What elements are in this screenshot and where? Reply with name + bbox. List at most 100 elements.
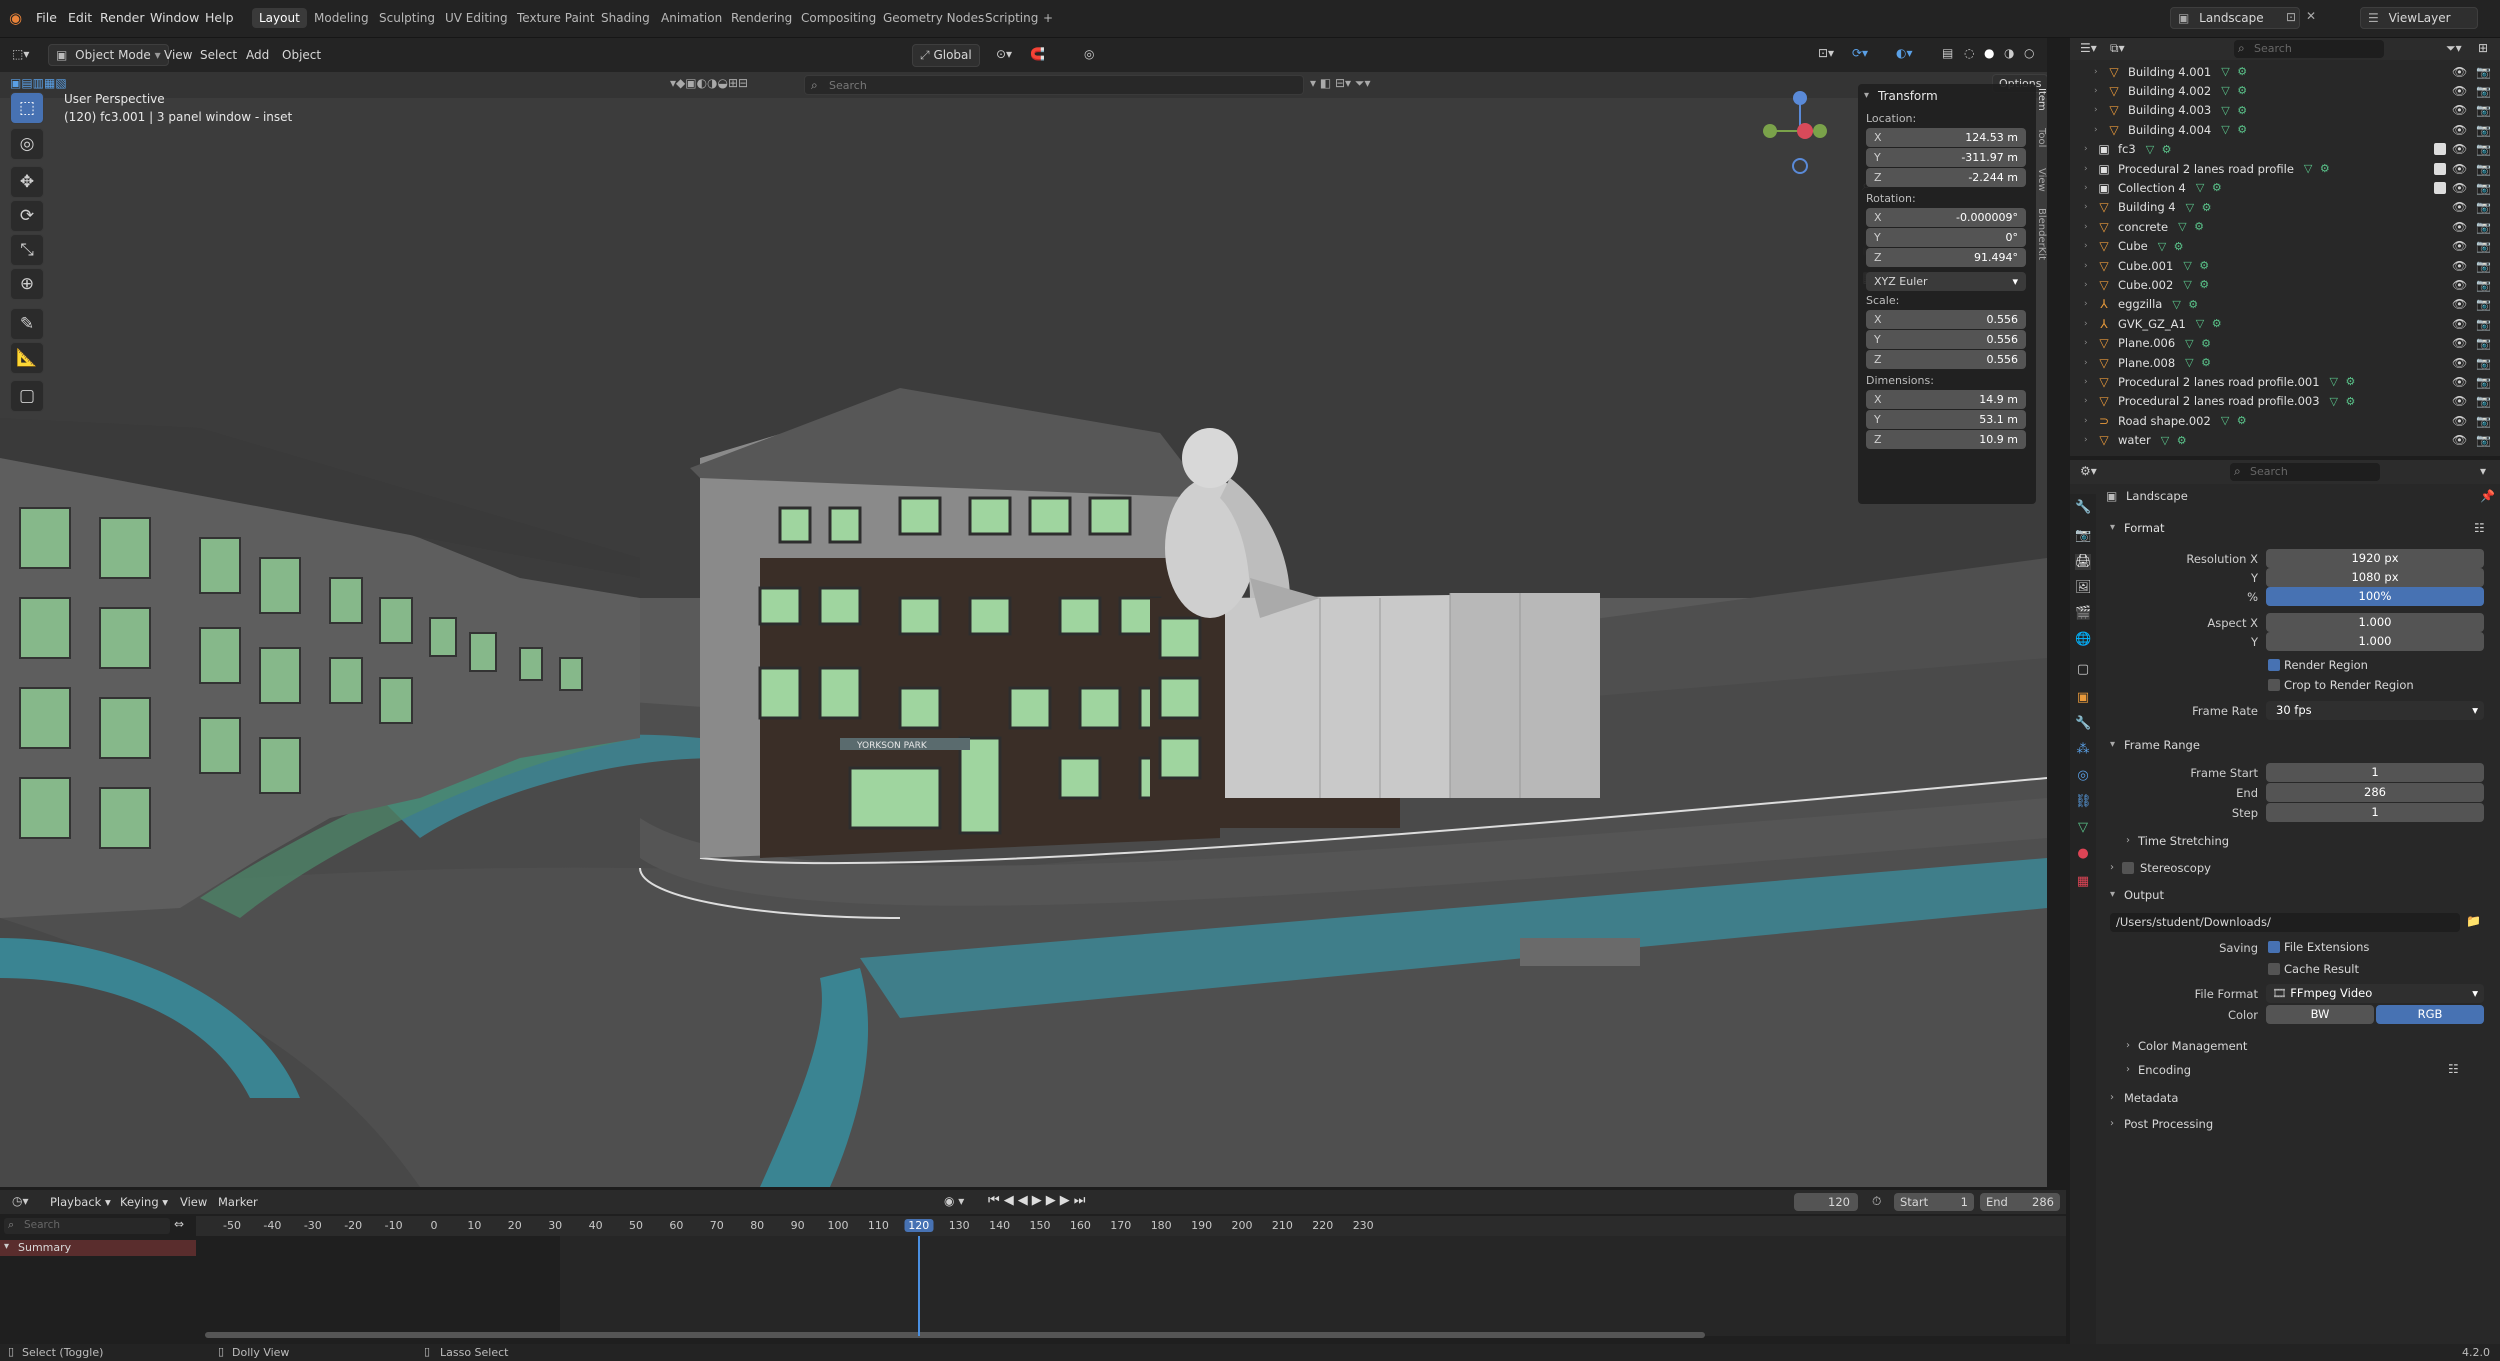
presets-icon[interactable]: ☷ <box>2448 1062 2459 1076</box>
outliner-row[interactable]: › ⅄ GVK_GZ_A1 ▽ ⚙ 👁 📷 <box>2070 314 2500 333</box>
editor-type-icon[interactable]: ⬚▾ <box>12 47 29 61</box>
tool-annotate[interactable]: ✎ <box>10 308 44 340</box>
expand-arrow-icon[interactable]: › <box>2084 202 2096 212</box>
outliner-row[interactable]: › ▣ Collection 4 ▽ ⚙ 👁 📷 <box>2070 178 2500 197</box>
view-layer-tab-icon[interactable]: 🖼 <box>2075 580 2092 596</box>
outliner-row[interactable]: › ▽ Building 4 ▽ ⚙ 👁 📷 <box>2070 198 2500 217</box>
rotation-y-field[interactable]: Y 0° <box>1866 228 2026 247</box>
expand-arrow-icon[interactable]: › <box>2084 144 2096 154</box>
render-tab-icon[interactable]: 📷 <box>2075 528 2091 544</box>
filter-icon[interactable]: ⏷▾ <box>2446 41 2462 56</box>
visibility-eye-icon[interactable]: 👁 <box>2452 65 2467 79</box>
metadata-section-title[interactable]: Metadata <box>2124 1091 2178 1105</box>
menu-add[interactable]: Add <box>246 48 269 62</box>
editor-type-icon[interactable]: ☰▾ <box>2080 41 2097 55</box>
blender-logo-icon[interactable]: ◉ <box>9 9 22 27</box>
presets-icon[interactable]: ☷ <box>2474 521 2485 535</box>
expand-arrow-icon[interactable]: › <box>2084 338 2096 348</box>
tool-scale[interactable]: ⤡ <box>10 234 44 266</box>
encoding-subpanel[interactable]: Encoding <box>2138 1063 2191 1077</box>
visibility-eye-icon[interactable]: 👁 <box>2452 200 2467 214</box>
outliner-row[interactable]: › ▣ Procedural 2 lanes road profile ▽ ⚙ 👁 📷 <box>2070 159 2500 178</box>
color-rgb-button[interactable]: RGB <box>2376 1005 2484 1024</box>
outliner-row[interactable]: › ⊃ Road shape.002 ▽ ⚙ 👁 📷 <box>2070 411 2500 430</box>
particles-tab-icon[interactable]: ⁂ <box>2075 742 2091 758</box>
outliner-row[interactable]: › ▽ Building 4.001 ▽ ⚙ 👁 📷 <box>2070 62 2500 81</box>
chevron-right-icon[interactable]: › <box>2110 1118 2114 1129</box>
chevron-right-icon[interactable]: › <box>2110 862 2114 873</box>
aspect-y-field[interactable]: 1.000 <box>2266 632 2484 651</box>
visibility-eye-icon[interactable]: 👁 <box>2452 84 2467 98</box>
menu-playback[interactable]: Playback ▾ <box>50 1195 111 1209</box>
render-camera-icon[interactable]: 📷 <box>2476 142 2491 156</box>
timeline-editor[interactable]: ◷▾ Playback ▾ Keying ▾ View Marker ◉ ▾ ⏮… <box>0 1190 2066 1344</box>
expand-arrow-icon[interactable]: › <box>2084 416 2096 426</box>
render-camera-icon[interactable]: 📷 <box>2476 297 2491 311</box>
visibility-eye-icon[interactable]: 👁 <box>2452 278 2467 292</box>
menu-marker[interactable]: Marker <box>218 1195 258 1209</box>
tool-tab-icon[interactable]: 🔧 <box>2075 500 2091 516</box>
dimensions-z-field[interactable]: Z 10.9 m <box>1866 430 2026 449</box>
start-frame-field[interactable]: Start 1 <box>1894 1193 1974 1211</box>
menu-render[interactable]: Render <box>100 10 145 25</box>
timeline-ruler[interactable]: -50 -40 -30 -20 -10 0 10 20 30 40 50 60 70 80 90 100 110… <box>196 1216 2066 1236</box>
swap-icon[interactable]: ⇔ <box>174 1217 184 1231</box>
scale-z-field[interactable]: Z 0.556 <box>1866 350 2026 369</box>
render-camera-icon[interactable]: 📷 <box>2476 220 2491 234</box>
navigation-gizmo[interactable] <box>1750 86 1840 176</box>
resolution-x-field[interactable]: 1920 px <box>2266 549 2484 568</box>
pivot-icon[interactable]: ⊙▾ <box>996 47 1012 61</box>
tab-modeling[interactable]: Modeling <box>307 8 376 28</box>
cache-result-checkbox[interactable] <box>2268 963 2280 975</box>
expand-arrow-icon[interactable]: › <box>2094 125 2106 135</box>
chevron-down-icon[interactable]: ▾ <box>2110 522 2115 533</box>
frame-range-section-title[interactable]: Frame Range <box>2124 738 2200 752</box>
close-scene-icon[interactable]: ✕ <box>2306 9 2316 23</box>
tab-uv-editing[interactable]: UV Editing <box>438 8 515 28</box>
constraints-tab-icon[interactable]: ⛓ <box>2075 794 2092 810</box>
expand-arrow-icon[interactable]: › <box>2084 358 2096 368</box>
crop-region-checkbox[interactable] <box>2268 679 2280 691</box>
location-z-field[interactable]: Z -2.244 m <box>1866 168 2026 187</box>
object-tab-icon[interactable]: ▣ <box>2075 690 2091 706</box>
pin-icon[interactable]: ⊡ <box>2286 10 2296 24</box>
visibility-eye-icon[interactable]: 👁 <box>2452 394 2467 408</box>
chevron-right-icon[interactable]: › <box>2126 1040 2130 1051</box>
resolution-percent-field[interactable]: 100% <box>2266 587 2484 606</box>
tool-transform[interactable]: ⊕ <box>10 268 44 300</box>
outliner-row[interactable]: › ⅄ eggzilla ▽ ⚙ 👁 📷 <box>2070 295 2500 314</box>
expand-arrow-icon[interactable]: › <box>2084 164 2096 174</box>
tool-measure[interactable]: 📐 <box>10 342 44 374</box>
physics-tab-icon[interactable]: ◎ <box>2075 768 2091 784</box>
outliner-row[interactable]: › ▽ Procedural 2 lanes road profile.003 ▽ ⚙… <box>2070 392 2500 411</box>
folder-icon[interactable]: 📁 <box>2466 914 2481 928</box>
chevron-right-icon[interactable]: › <box>2126 835 2130 846</box>
mode-selector[interactable]: ▣ Object Mode ▾ <box>48 44 169 66</box>
output-path-field[interactable]: /Users/student/Downloads/ <box>2110 913 2460 932</box>
menu-view[interactable]: View <box>180 1195 207 1209</box>
file-extensions-checkbox[interactable] <box>2268 941 2280 953</box>
render-camera-icon[interactable]: 📷 <box>2476 259 2491 273</box>
frame-start-field[interactable]: 1 <box>2266 763 2484 782</box>
filter-icons[interactable]: ▾◆▣◐◑◒⊞⊟ <box>670 76 748 90</box>
tab-layout[interactable]: Layout <box>252 8 307 28</box>
tool-move[interactable]: ✥ <box>10 166 44 198</box>
render-camera-icon[interactable]: 📷 <box>2476 239 2491 253</box>
shading-rendered-icon[interactable]: ○ <box>2024 46 2034 60</box>
material-tab-icon[interactable]: ● <box>2075 846 2091 862</box>
visibility-eye-icon[interactable]: 👁 <box>2452 356 2467 370</box>
properties-search[interactable]: ⌕ Search <box>2230 463 2380 481</box>
outliner-row[interactable]: › ▽ Building 4.004 ▽ ⚙ 👁 📷 <box>2070 120 2500 139</box>
tab-item[interactable]: Item <box>2036 88 2047 128</box>
expand-arrow-icon[interactable]: › <box>2094 67 2106 77</box>
outliner-row[interactable]: › ▽ Building 4.002 ▽ ⚙ 👁 📷 <box>2070 81 2500 100</box>
menu-keying[interactable]: Keying ▾ <box>120 1195 168 1209</box>
timeline-scrollbar[interactable] <box>205 1332 1705 1338</box>
format-section-title[interactable]: Format <box>2124 521 2165 535</box>
tab-texture-paint[interactable]: Texture Paint <box>510 8 601 28</box>
world-tab-icon[interactable]: 🌐 <box>2075 632 2091 648</box>
render-camera-icon[interactable]: 📷 <box>2476 162 2491 176</box>
render-camera-icon[interactable]: 📷 <box>2476 103 2491 117</box>
menu-view[interactable]: View <box>164 48 192 62</box>
shading-wire-icon[interactable]: ◌ <box>1964 46 1974 60</box>
